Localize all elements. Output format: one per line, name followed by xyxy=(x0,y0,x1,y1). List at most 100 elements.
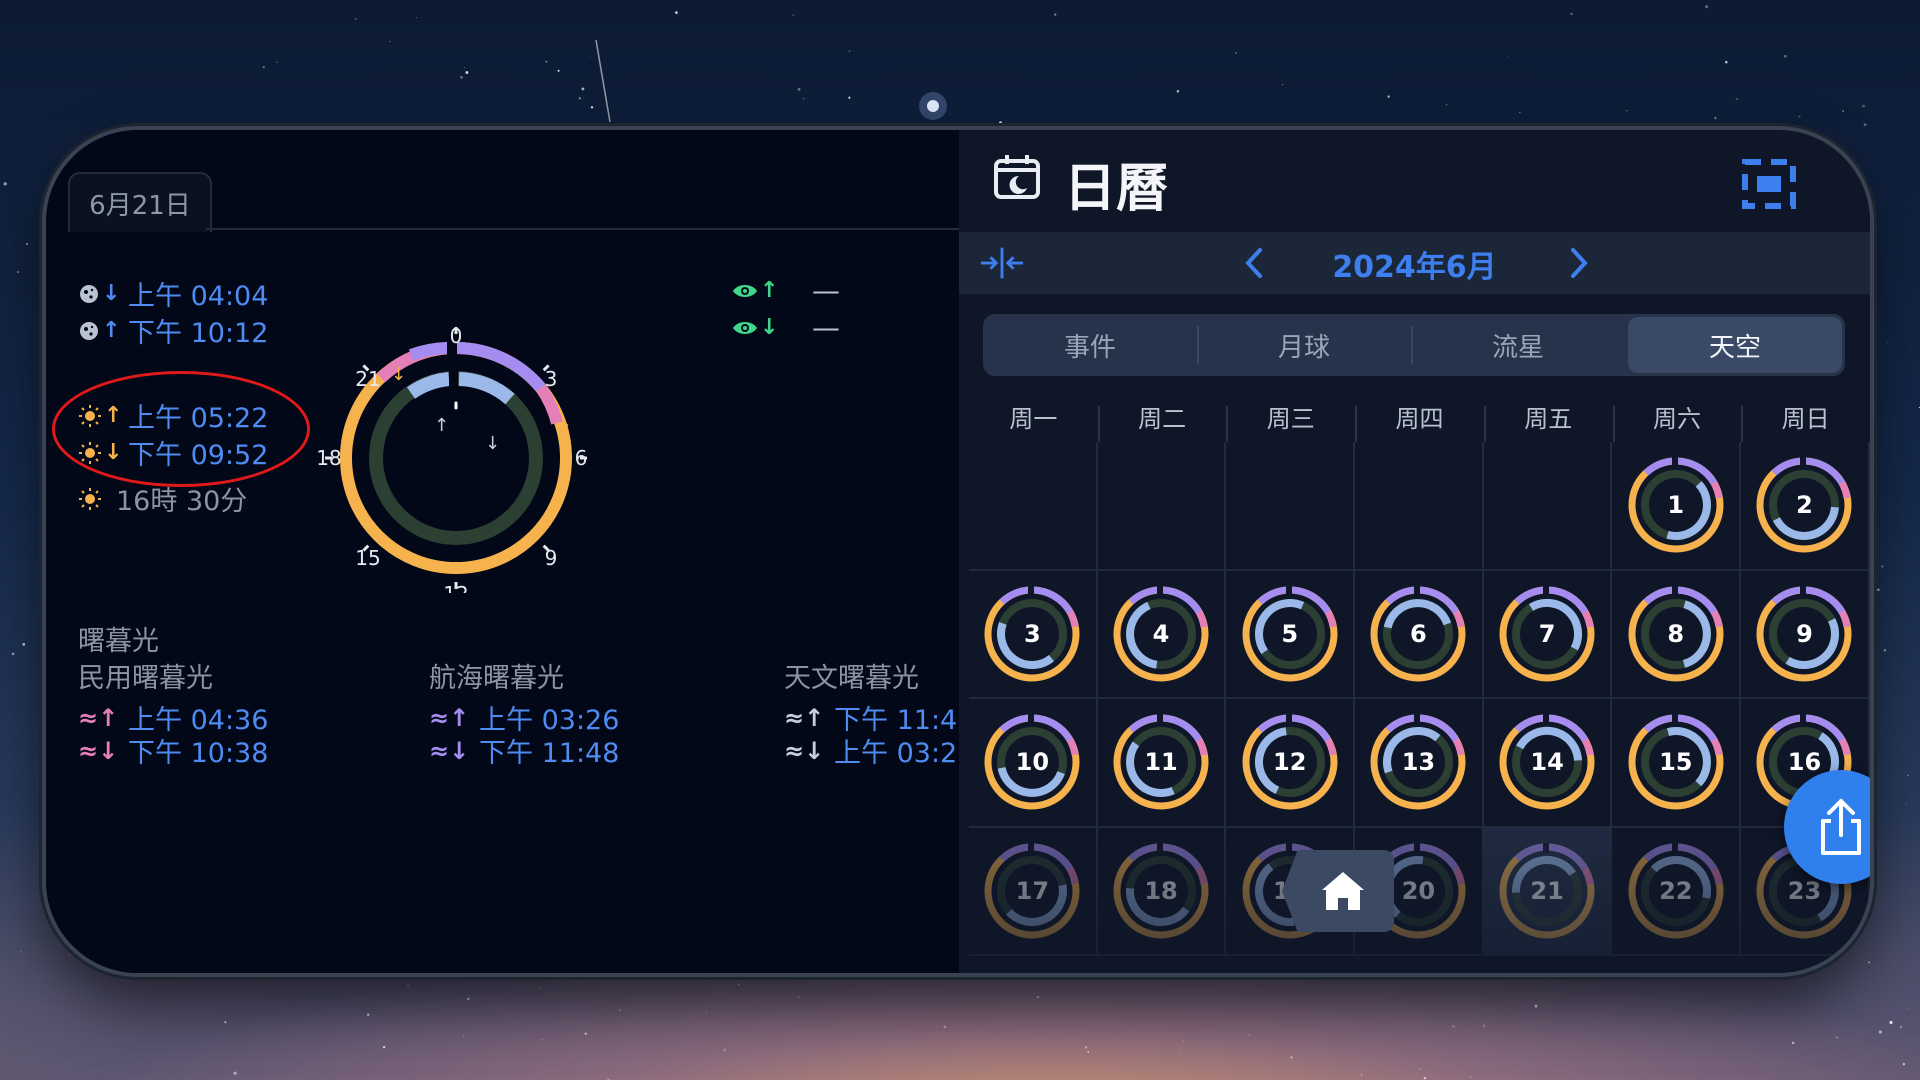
day-sky-ring-icon xyxy=(1628,714,1724,810)
calendar-day-cell[interactable]: 5 xyxy=(1226,570,1356,699)
svg-text:↓: ↓ xyxy=(485,433,500,454)
svg-text:↑: ↑ xyxy=(557,419,572,440)
moonset-time: 下午 10:12 xyxy=(128,318,269,349)
calendar-day-cell[interactable]: 17 xyxy=(969,827,1098,956)
calendar-day-cell[interactable]: 8 xyxy=(1612,570,1742,699)
day-sky-ring-icon xyxy=(1628,585,1724,682)
calendar-day-cell[interactable]: 11 xyxy=(1097,699,1227,828)
svg-text:↓: ↓ xyxy=(391,364,406,385)
tab-meteors[interactable]: 流星 xyxy=(1411,314,1625,376)
sun-moon-detail-panel: 6月21日 ↓ 上午 04:04 ↑ 下午 10:12 ↑ 上午 05:22 ↓… xyxy=(46,130,959,973)
civil-dusk-time: 下午 10:38 xyxy=(128,738,269,769)
dial-label-0: 0 xyxy=(450,324,463,348)
sunrise-row: ↑ 上午 05:22 xyxy=(78,396,268,435)
weekday-label: 周一 xyxy=(1009,405,1058,433)
calendar-day-cell[interactable]: 18 xyxy=(1097,827,1227,956)
visible-set-row: ↓ — xyxy=(732,311,840,344)
calendar-day-cell[interactable]: 2 xyxy=(1741,442,1870,571)
calendar-day-cell[interactable]: 21 xyxy=(1483,827,1613,956)
dial-label-21: 21 xyxy=(355,367,380,391)
moonset-icon: ↑ xyxy=(78,316,128,346)
tab-sky[interactable]: 天空 xyxy=(1628,317,1842,373)
visible-set-value: — xyxy=(812,311,840,344)
nautical-dusk-time: 下午 11:48 xyxy=(479,738,620,769)
twilight-dusk-icon: ≈↓ xyxy=(78,736,119,765)
day-sky-ring-icon xyxy=(1113,585,1209,682)
weekday-label: 周日 xyxy=(1741,396,1870,442)
calendar-tabs: 事件 月球 流星 天空 xyxy=(983,314,1845,376)
calendar-day-cell[interactable]: 6 xyxy=(1355,570,1484,699)
svg-text:↑: ↑ xyxy=(434,415,449,436)
calendar-day-cell[interactable]: 3 xyxy=(969,570,1098,699)
twilight-arc-evening xyxy=(408,342,448,361)
visible-rise-value: — xyxy=(812,274,840,307)
civil-dusk-row: ≈↓ 下午 10:38 xyxy=(78,731,268,770)
weekday-label: 周四 xyxy=(1355,396,1484,442)
tab-divider xyxy=(206,228,959,230)
civil-twilight-title: 民用曙暮光 xyxy=(78,663,213,694)
astronomical-twilight-title: 天文曙暮光 xyxy=(784,663,919,694)
day-sky-ring-icon xyxy=(1242,585,1338,682)
weekday-label: 周六 xyxy=(1612,396,1742,442)
calendar-day-cell[interactable]: 7 xyxy=(1483,570,1613,699)
day-sky-ring-icon xyxy=(984,714,1080,810)
home-button[interactable] xyxy=(1282,850,1394,932)
sunset-time: 下午 09:52 xyxy=(128,440,269,471)
calendar-day-cell[interactable]: 14 xyxy=(1483,699,1613,828)
day-sky-ring-icon xyxy=(1756,585,1852,682)
moonrise-time: 上午 04:04 xyxy=(128,281,269,312)
dial-label-9: 9 xyxy=(545,546,558,570)
next-month-button[interactable] xyxy=(1556,240,1602,286)
dial-label-12: 12 xyxy=(443,582,468,593)
moonrise-row: ↓ 上午 04:04 xyxy=(78,274,268,313)
weekday-label: 周五 xyxy=(1483,396,1613,442)
calendar-day-cell[interactable]: 4 xyxy=(1097,570,1227,699)
calendar-day-cell[interactable]: 9 xyxy=(1741,570,1870,699)
calendar-day-cell[interactable]: 10 xyxy=(969,699,1098,828)
calendar-day-cell[interactable]: 22 xyxy=(1612,827,1742,956)
calendar-empty-cell xyxy=(1483,442,1613,571)
month-nav-bar: 2024年6月 xyxy=(959,232,1870,294)
day-length-row: 16時 30分 xyxy=(78,479,247,518)
day-sky-ring-icon xyxy=(1499,585,1595,682)
sunrise-time: 上午 05:22 xyxy=(128,403,269,434)
calendar-empty-cell xyxy=(1226,442,1356,571)
moonset-row: ↑ 下午 10:12 xyxy=(78,311,268,350)
day-sky-ring-icon xyxy=(1370,714,1466,810)
day-sky-ring-icon xyxy=(984,585,1080,682)
day-sky-ring-icon xyxy=(1756,457,1852,553)
dial-label-18: 18 xyxy=(316,446,341,470)
visible-rise-row: ↑ — xyxy=(732,274,840,307)
twilight-dusk-icon: ≈↓ xyxy=(429,736,470,765)
dawn-arc xyxy=(535,384,563,425)
sunrise-icon: ↑ xyxy=(78,401,128,431)
date-tab[interactable]: 6月21日 xyxy=(68,172,212,232)
calendar-empty-cell xyxy=(1355,442,1484,571)
tab-moon[interactable]: 月球 xyxy=(1197,314,1411,376)
day-sky-ring-icon xyxy=(1499,842,1595,939)
calendar-day-cell[interactable]: 13 xyxy=(1355,699,1484,828)
day-sky-ring-icon xyxy=(1113,842,1209,939)
twilight-dawn-icon: ≈↑ xyxy=(784,703,825,732)
nautical-twilight-title: 航海曙暮光 xyxy=(429,663,564,694)
weekday-header: 周一 周二 周三 周四 周五 周六 周日 xyxy=(969,396,1870,442)
calendar-day-cell[interactable]: 15 xyxy=(1612,699,1742,828)
day-sky-ring-icon xyxy=(1113,714,1209,810)
day-sky-ring-icon xyxy=(1370,585,1466,682)
calendar-empty-cell xyxy=(969,442,1098,571)
moon-visible-arc xyxy=(458,372,515,405)
month-label: 2024年6月 xyxy=(1332,250,1497,285)
twilight-header: 曙暮光 xyxy=(78,626,159,657)
eye-set-icon: ↓ xyxy=(732,313,782,343)
calendar-day-cell[interactable]: 12 xyxy=(1226,699,1356,828)
expand-view-icon[interactable] xyxy=(1741,158,1797,214)
weekday-label: 周三 xyxy=(1226,396,1355,442)
calendar-header: 日曆 xyxy=(959,130,1870,232)
tab-events[interactable]: 事件 xyxy=(983,314,1197,376)
calendar-day-cell[interactable]: 1 xyxy=(1612,442,1742,571)
home-icon xyxy=(1322,872,1364,910)
day-sky-ring-icon xyxy=(1628,842,1724,939)
calendar-empty-cell xyxy=(1097,442,1227,571)
astronomical-dusk-row: ≈↓ 上午 03:2 xyxy=(784,731,957,770)
calendar-title: 日曆 xyxy=(1064,159,1169,219)
